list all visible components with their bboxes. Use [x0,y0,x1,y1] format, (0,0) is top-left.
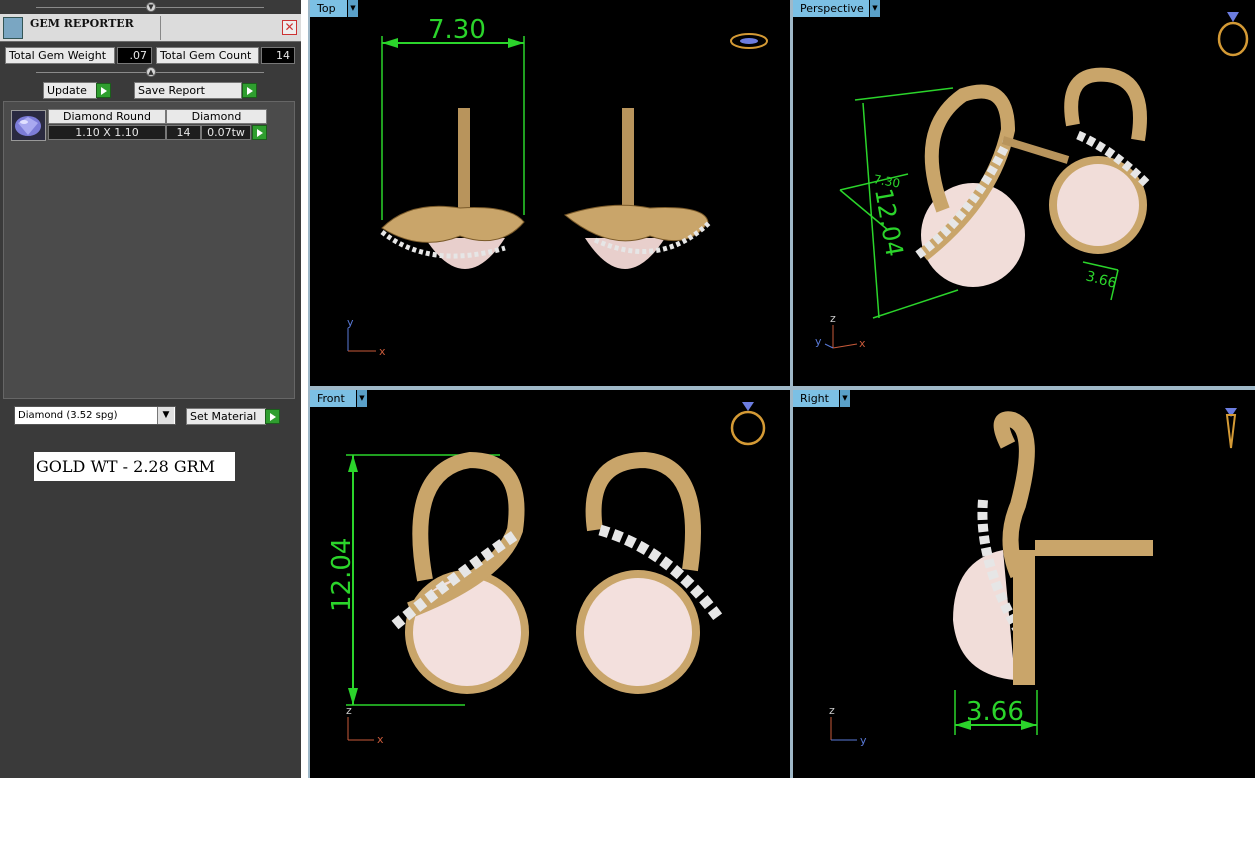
gem-reporter-icon [3,17,23,39]
total-gem-weight-value: .07 [117,47,152,64]
gem-header-name: Diamond Round [48,109,166,124]
round-diamond-icon [11,110,46,141]
material-select[interactable]: Diamond (3.52 spg) [14,406,176,425]
svg-text:12.04: 12.04 [869,186,909,259]
pendant-icon-right [1225,408,1237,449]
tab-right[interactable]: Right [793,390,839,407]
viewport-right[interactable]: 3.66 z y Right ▼ [793,390,1255,778]
collapse-icon[interactable]: ▼ [146,2,156,12]
svg-text:y: y [815,335,822,348]
earring-front-right [576,451,725,694]
axis-gizmo-front: z x [346,704,384,746]
svg-text:y: y [860,734,867,747]
close-button[interactable]: ✕ [282,20,297,35]
top-dim-text: 7.30 [428,15,486,45]
panel-title: GEM REPORTER [30,17,134,30]
dimension-width: 7.30 [381,15,525,220]
tab-perspective[interactable]: Perspective [793,0,869,17]
svg-text:y: y [347,316,354,329]
view-menu-icon[interactable]: ▼ [356,390,367,407]
ring-icon-perspective [1217,12,1249,57]
earring-top-right [563,108,712,269]
tab-top[interactable]: Top [310,0,347,17]
set-material-go-icon[interactable] [265,409,280,424]
right-view-render: 3.66 z y [829,408,1237,747]
svg-text:3.66: 3.66 [966,697,1024,727]
axis-gizmo-perspective: z x y [815,312,866,350]
axis-gizmo-top: y x [347,316,386,358]
view-menu-icon[interactable]: ▼ [869,0,880,17]
svg-text:z: z [829,704,835,717]
svg-text:x: x [859,337,866,350]
gem-row-go-icon[interactable] [252,125,267,140]
save-report-button[interactable]: Save Report [134,82,242,99]
svg-text:z: z [830,312,836,325]
total-gem-count-label: Total Gem Count [156,47,259,64]
view-menu-icon[interactable]: ▼ [347,0,358,17]
total-gem-count-value: 14 [261,47,295,64]
gold-weight-label: GOLD WT - 2.28 GRM [34,452,235,481]
gem-list[interactable] [3,101,295,399]
earring-front-left [391,451,529,694]
expand-icon[interactable]: ▲ [146,67,156,77]
gem-weight: 0.07tw [201,125,251,140]
perspective-view-render: 7.30 12.04 3.66 z x y [815,12,1249,350]
tab-front[interactable]: Front [310,390,356,407]
title-divider [160,16,161,40]
earring-right-side [953,411,1153,685]
svg-text:x: x [379,345,386,358]
total-gem-weight-label: Total Gem Weight [5,47,115,64]
chevron-down-icon[interactable]: ▼ [157,407,174,424]
svg-text:3.66: 3.66 [1084,268,1118,292]
viewport-area: 7.30 y x Top ▼ 7.30 12.04 3.66 z x y Per… [308,0,1255,778]
save-report-go-icon[interactable] [242,83,257,98]
viewport-front[interactable]: 12.04 z x Front ▼ [310,390,790,778]
earring-top-left [380,108,525,269]
viewport-perspective[interactable]: 7.30 12.04 3.66 z x y Perspective ▼ [793,0,1255,386]
ring-icon-top [730,33,768,49]
axis-gizmo-right: z y [829,704,867,747]
top-view-render: 7.30 y x [347,15,768,358]
front-view-render: 12.04 z x [327,402,766,746]
update-button[interactable]: Update [43,82,97,99]
earring-perspective-left [915,84,1070,287]
gem-header-type: Diamond [166,109,267,124]
viewport-top[interactable]: 7.30 y x Top ▼ [310,0,790,386]
right-dimensions: 3.66 [954,690,1038,735]
gem-reporter-panel: ▼ GEM REPORTER ✕ Total Gem Weight .07 To… [0,0,301,778]
gem-count: 14 [166,125,201,140]
view-menu-icon[interactable]: ▼ [839,390,850,407]
ring-icon-front [730,402,766,446]
svg-text:12.04: 12.04 [327,538,357,612]
svg-text:z: z [346,704,352,717]
update-go-icon[interactable] [96,83,111,98]
gem-size: 1.10 X 1.10 [48,125,166,140]
svg-text:x: x [377,733,384,746]
set-material-button[interactable]: Set Material [186,408,266,425]
